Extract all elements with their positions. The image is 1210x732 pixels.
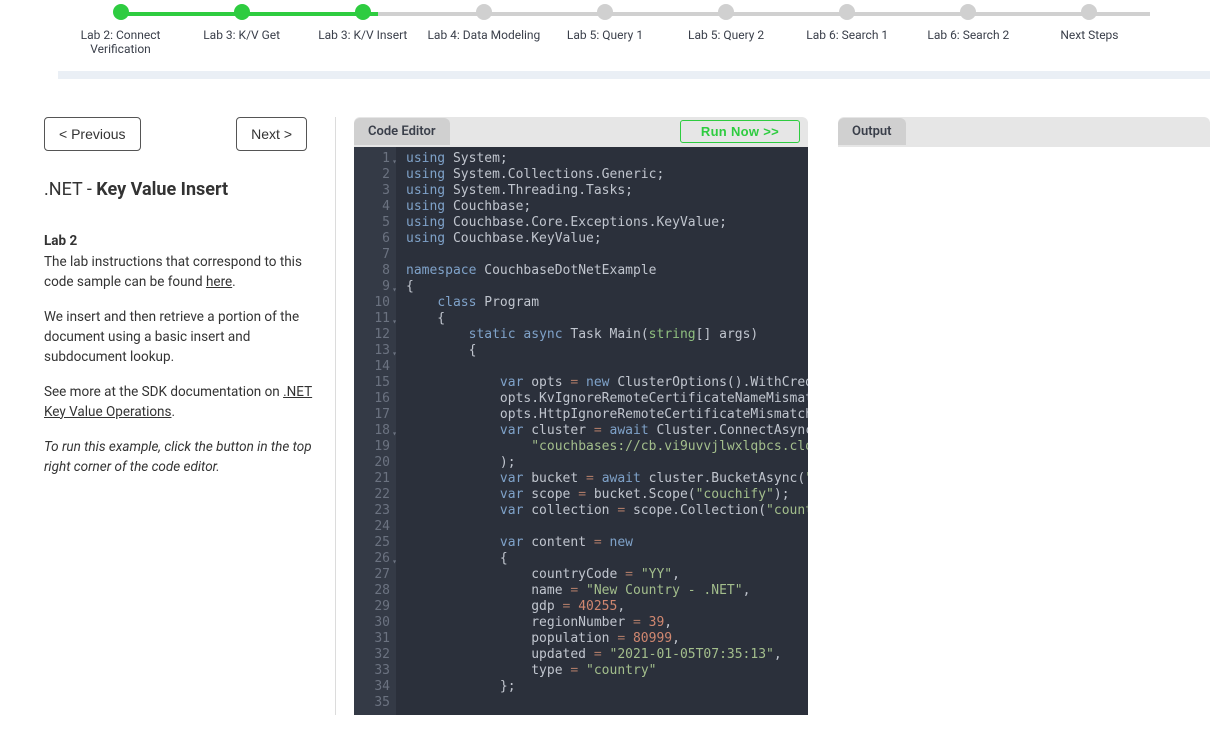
progress-step[interactable]: Lab 5: Query 2: [666, 4, 787, 57]
output-tab[interactable]: Output: [838, 118, 906, 145]
progress-step-label: Lab 5: Query 2: [688, 28, 764, 42]
progress-step[interactable]: Lab 3: K/V Get: [181, 4, 302, 57]
code-editor-tab[interactable]: Code Editor: [354, 118, 450, 145]
progress-node[interactable]: [1081, 4, 1097, 20]
progress-step[interactable]: Lab 4: Data Modeling: [423, 4, 544, 57]
progress-step[interactable]: Lab 2: Connect Verification: [60, 4, 181, 57]
progress-step[interactable]: Lab 6: Search 2: [908, 4, 1029, 57]
progress-node[interactable]: [839, 4, 855, 20]
progress-node[interactable]: [597, 4, 613, 20]
desc-p3a: See more at the SDK documentation on: [44, 384, 283, 400]
lab-heading: Lab 2: [44, 232, 315, 252]
next-button[interactable]: Next >: [236, 117, 307, 151]
progress-step-label: Lab 2: Connect Verification: [60, 28, 181, 57]
title-main: Key Value Insert: [96, 179, 228, 200]
progress-step[interactable]: Lab 3: K/V Insert: [302, 4, 423, 57]
progress-tracker: Lab 2: Connect Verification Lab 3: K/V Ge…: [0, 0, 1210, 79]
code-editor[interactable]: 1234567891011121314151617181920212223242…: [354, 147, 808, 715]
progress-node[interactable]: [113, 4, 129, 20]
desc-p4: To run this example, click the button in…: [44, 438, 315, 477]
progress-step[interactable]: Next Steps: [1029, 4, 1150, 57]
code-content[interactable]: using System;using System.Collections.Ge…: [396, 147, 808, 715]
here-link[interactable]: here: [206, 274, 232, 290]
progress-node[interactable]: [718, 4, 734, 20]
progress-step-label: Next Steps: [1060, 28, 1118, 42]
output-body: [838, 147, 1210, 715]
progress-step-label: Lab 3: K/V Get: [203, 28, 280, 42]
progress-node[interactable]: [234, 4, 250, 20]
progress-step[interactable]: Lab 5: Query 1: [544, 4, 665, 57]
progress-bottom-bar: [58, 71, 1210, 79]
desc-p3b: .: [171, 404, 175, 420]
run-now-button[interactable]: Run Now >>: [680, 120, 800, 143]
title-prefix: .NET -: [44, 179, 96, 200]
progress-step[interactable]: Lab 6: Search 1: [787, 4, 908, 57]
progress-step-label: Lab 6: Search 1: [806, 28, 888, 42]
page-title: .NET - Key Value Insert: [44, 179, 315, 200]
progress-node[interactable]: [476, 4, 492, 20]
code-editor-panel: Code Editor Run Now >> 12345678910111213…: [354, 117, 808, 715]
description: Lab 2 The lab instructions that correspo…: [44, 232, 315, 478]
previous-button[interactable]: < Previous: [44, 117, 141, 151]
progress-node[interactable]: [960, 4, 976, 20]
progress-step-label: Lab 3: K/V Insert: [318, 28, 407, 42]
line-gutter: 1234567891011121314151617181920212223242…: [354, 147, 396, 715]
progress-node[interactable]: [355, 4, 371, 20]
progress-step-label: Lab 5: Query 1: [567, 28, 643, 42]
progress-step-label: Lab 6: Search 2: [927, 28, 1009, 42]
progress-step-label: Lab 4: Data Modeling: [427, 28, 540, 42]
output-panel: Output: [838, 117, 1210, 715]
desc-p2: We insert and then retrieve a portion of…: [44, 308, 315, 367]
desc-p1a: The lab instructions that correspond to …: [44, 254, 302, 290]
left-panel: < Previous Next > .NET - Key Value Inser…: [0, 117, 336, 715]
desc-p1b: .: [232, 274, 236, 290]
